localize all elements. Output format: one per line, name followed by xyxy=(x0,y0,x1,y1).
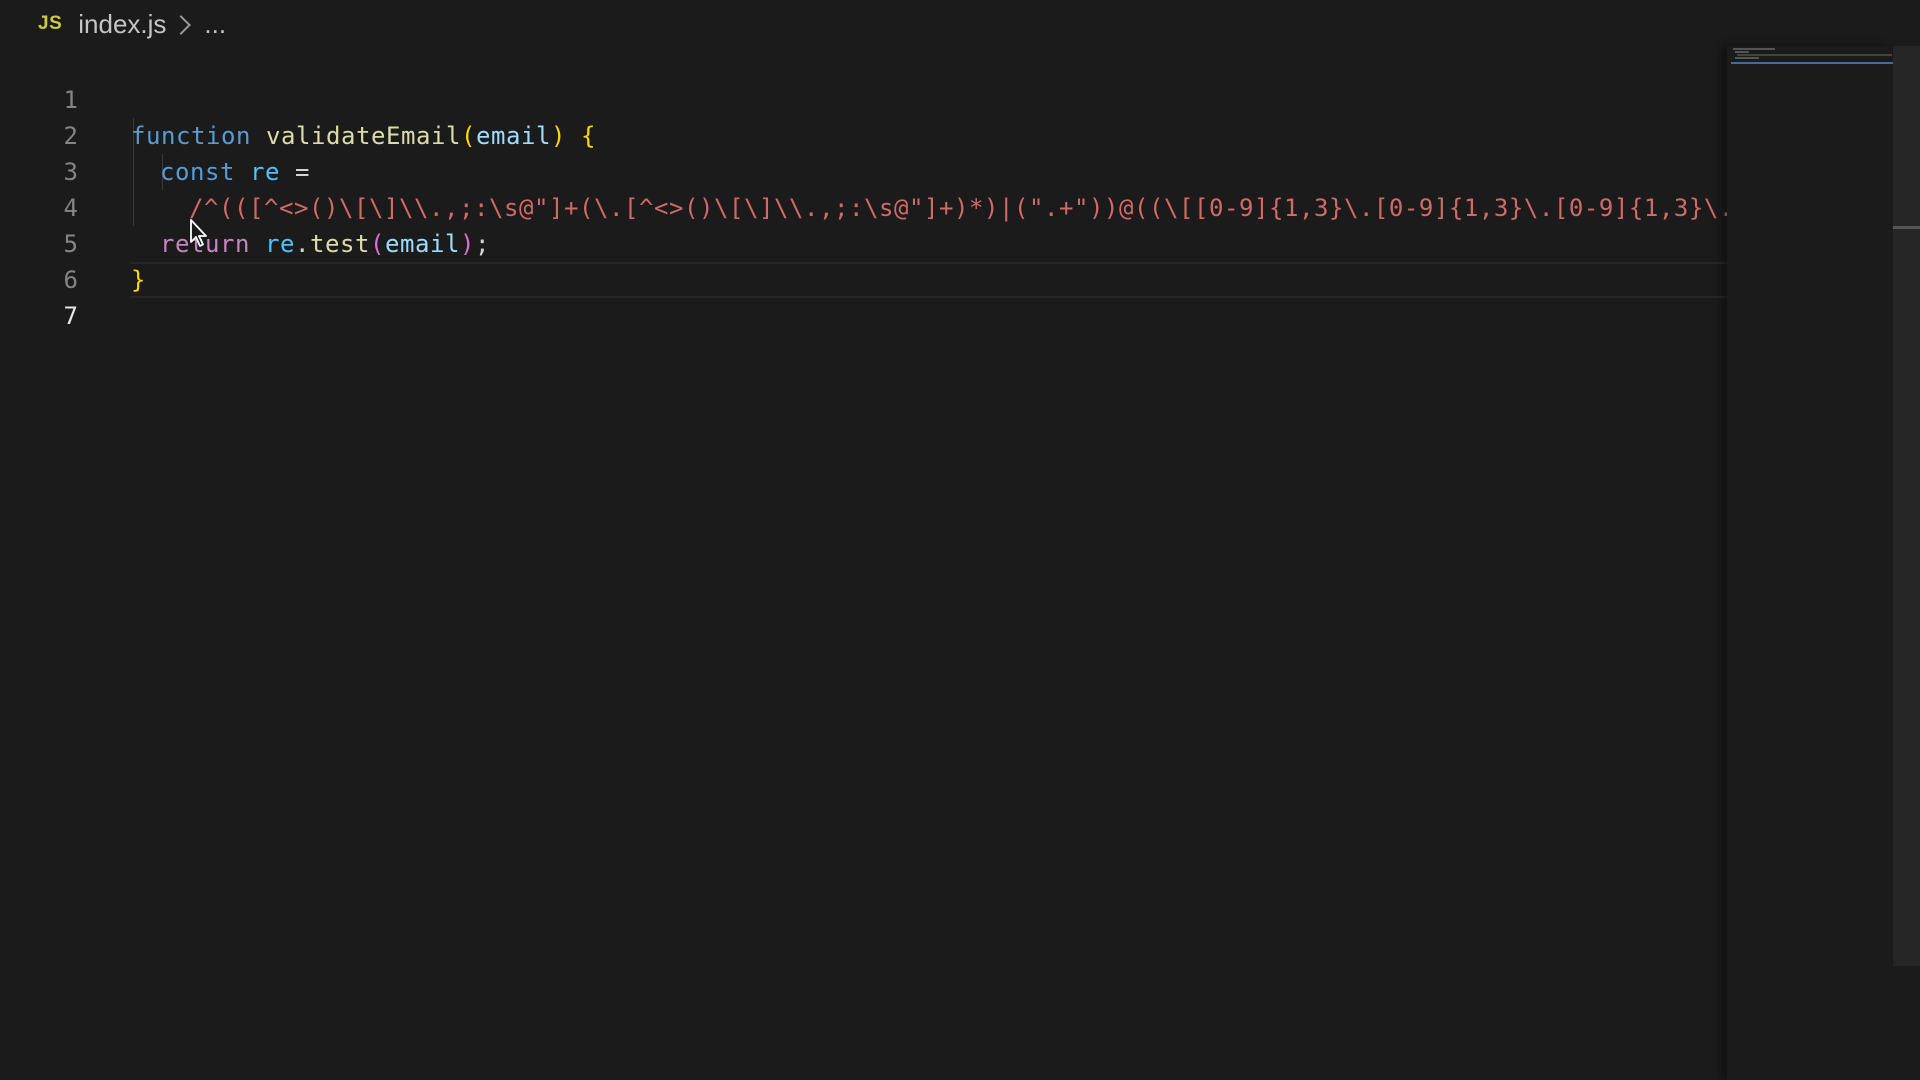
code-line[interactable]: 1 function validateEmail(email) { xyxy=(0,46,1727,150)
code-line[interactable]: 6 xyxy=(0,226,1727,294)
minimap-line xyxy=(1735,51,1749,53)
vertical-scrollbar[interactable] xyxy=(1893,46,1920,966)
mouse-pointer-icon xyxy=(190,219,207,247)
code-editor[interactable]: 1 function validateEmail(email) { 2 cons… xyxy=(0,46,1727,1080)
breadcrumb: JS index.js ... xyxy=(0,0,1920,48)
chevron-right-icon xyxy=(171,15,192,35)
minimap-line xyxy=(1735,57,1759,59)
javascript-file-icon: JS xyxy=(38,13,63,34)
breadcrumb-file[interactable]: index.js xyxy=(78,9,166,40)
line-number: 6 xyxy=(63,266,78,294)
code-line[interactable]: 4 return re.test(email); xyxy=(0,154,1727,258)
minimap-line xyxy=(1737,54,1892,56)
code-line[interactable]: 3 /^(([^<>()\[\]\\.,;:\s@"]+(\.[^<>()\[\… xyxy=(0,118,1727,222)
scrollbar-cursor-marker xyxy=(1893,226,1920,229)
code-line[interactable]: 2 const re = xyxy=(0,82,1727,186)
current-line[interactable] xyxy=(131,262,1727,298)
minimap-line xyxy=(1733,48,1775,50)
breadcrumb-more[interactable]: ... xyxy=(204,9,226,40)
minimap[interactable] xyxy=(1727,46,1893,1080)
code-line[interactable]: 5 } xyxy=(0,190,1727,294)
minimap-cursor-line xyxy=(1731,62,1893,64)
